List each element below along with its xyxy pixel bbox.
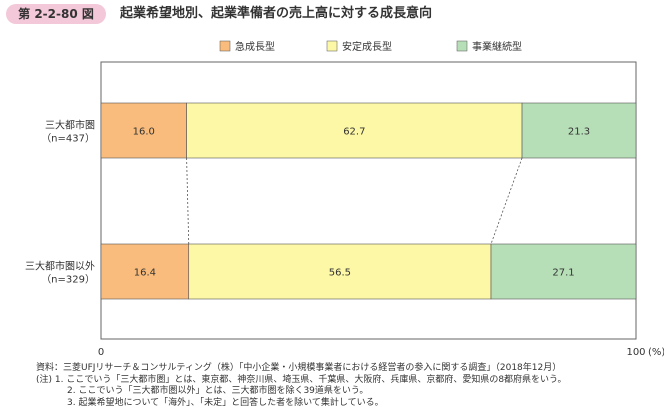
source-note: 資料：三菱UFJリサーチ＆コンサルティング（株）「中小企業・小規模事業者における… xyxy=(36,363,562,373)
connector-line xyxy=(490,157,523,245)
footnote-3: 3. 起業希望地について「海外」、「未定」と回答した者を除いて集計している。 xyxy=(67,397,384,408)
legend-swatch-2 xyxy=(326,40,338,52)
stacked-bar-chart: 急成長型 安定成長型 事業継続型 16.0 62.7 21.316.4 56.5 27.1 … xyxy=(25,40,664,358)
x-tick-label: 100 xyxy=(626,347,645,358)
legend-label-3: 事業継続型 xyxy=(472,40,522,53)
legend-label-1: 急成長型 xyxy=(235,40,275,53)
data-label: 21.3 xyxy=(568,127,590,138)
category-label: （n=437） xyxy=(41,133,95,145)
footnote-2: 2. ここでいう「三大都市圏以外」とは、三大都市圏を除く39道県をいう。 xyxy=(67,386,369,397)
figure-title: 起業希望地別、起業準備者の売上高に対する成長意向 xyxy=(120,6,433,21)
x-axis: 0 100 (%) xyxy=(98,347,664,358)
data-label: 62.7 xyxy=(343,127,365,138)
connector-lines xyxy=(186,157,523,245)
data-label: 27.1 xyxy=(552,268,574,279)
bars: 16.0 62.7 21.3 16.4 56.5 27.1 xyxy=(100,102,637,300)
figure-number-badge: 第 2-2-80 図 xyxy=(6,4,106,24)
legend-swatch-1 xyxy=(219,40,231,52)
footnote-1: (注) 1. ここでいう「三大都市圏」とは、東京都、神奈川県、埼玉県、千葉県、大… xyxy=(36,374,567,385)
figure-header: 第 2-2-80 図 起業希望地別、起業準備者の売上高に対する成長意向 xyxy=(0,0,664,28)
legend-label-2: 安定成長型 xyxy=(342,40,392,53)
legend: 急成長型 安定成長型 事業継続型 xyxy=(219,40,522,53)
category-label: 三大都市圏以外 xyxy=(25,260,95,273)
category-labels: 三大都市圏（n=437） 三大都市圏以外（n=329） xyxy=(25,119,95,286)
category-label: 三大都市圏 xyxy=(45,119,95,132)
x-tick-label: 0 xyxy=(98,347,104,358)
data-label: 16.4 xyxy=(134,268,156,279)
category-label: （n=329） xyxy=(41,274,95,286)
connector-line xyxy=(186,157,190,245)
data-label: 16.0 xyxy=(133,127,155,138)
data-label: 56.5 xyxy=(329,268,351,279)
legend-swatch-3 xyxy=(456,40,468,52)
x-unit-label: (%) xyxy=(648,347,664,358)
notes: 資料：三菱UFJリサーチ＆コンサルティング（株）「中小企業・小規模事業者における… xyxy=(36,363,567,409)
